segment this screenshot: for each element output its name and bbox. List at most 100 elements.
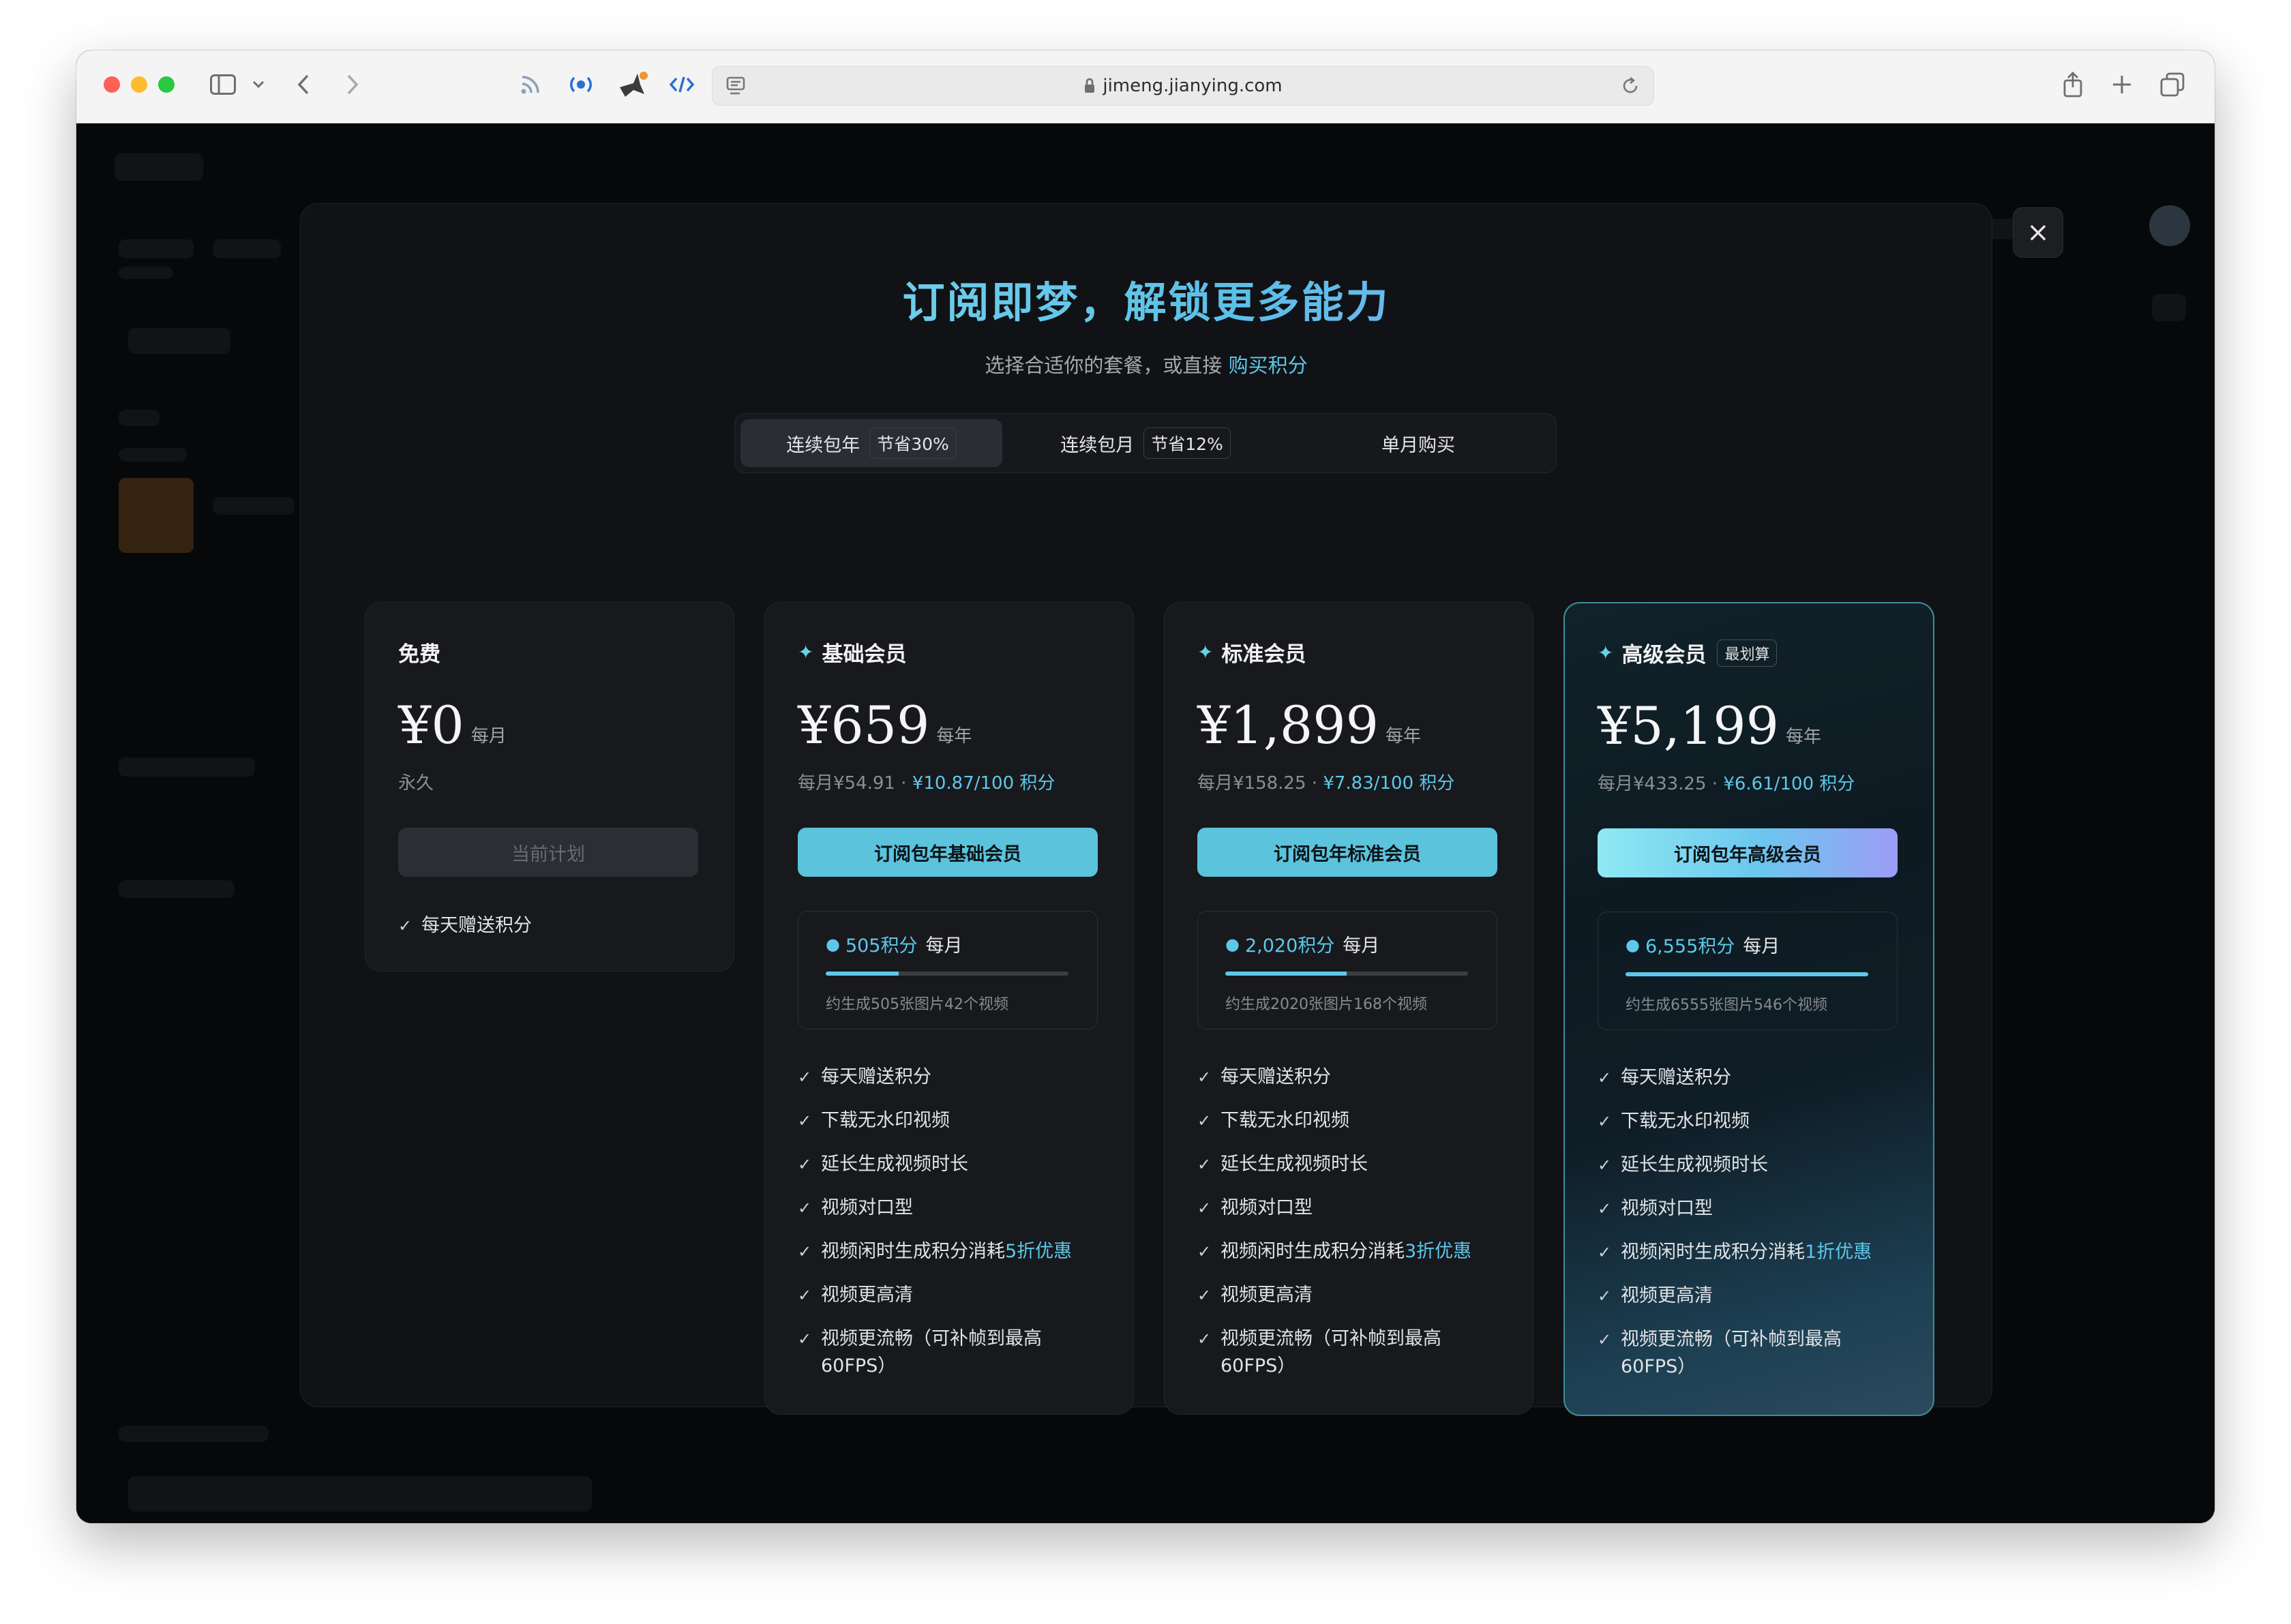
broadcast-icon[interactable]: [566, 70, 596, 100]
sparkle-icon: ✦: [1197, 641, 1214, 663]
check-icon: ✓: [1598, 1287, 1612, 1306]
feature-item: ✓ 延长生成视频时长: [1197, 1151, 1493, 1178]
background-text: [119, 239, 194, 258]
rss-icon[interactable]: [517, 70, 544, 100]
background-text: [213, 239, 281, 258]
tab-annual[interactable]: 连续包年 节省30%: [740, 419, 1002, 467]
current-plan-button[interactable]: 当前计划: [398, 828, 698, 877]
feature-item: ✓ 视频更高清: [798, 1282, 1094, 1309]
credit-coin-icon: ●: [826, 934, 840, 954]
feature-item: ✓ 视频更流畅（可补帧到最高60FPS）: [1197, 1325, 1493, 1380]
plan-card-premium: ✦ 高级会员 最划算 ¥5,199 每年 每月¥433.25 · ¥6.61/100…: [1563, 602, 1934, 1416]
feature-item: ✓ 延长生成视频时长: [1598, 1152, 1893, 1179]
check-icon: ✓: [1598, 1068, 1612, 1087]
credits-desc: 约生成505张图片42个视频: [826, 996, 1008, 1013]
chevron-down-icon[interactable]: [250, 70, 267, 100]
sidebar-toggle-icon[interactable]: [207, 70, 239, 100]
credits-title: ● 6,555积分 每月: [1626, 935, 1780, 958]
background-text: [119, 1426, 269, 1442]
credit-coin-icon: ●: [1225, 934, 1240, 954]
background-text: [119, 757, 255, 777]
credits-progress-bar: [826, 972, 1068, 976]
subscribe-basic-button[interactable]: 订阅包年基础会员: [798, 828, 1098, 877]
minimize-window-button[interactable]: [131, 76, 147, 93]
feature-list: ✓ 每天赠送积分 ✓ 下载无水印视频 ✓ 延长生成视频时长 ✓ 视频对口型 ✓ 视频闲时生成积分消…: [1598, 1064, 1893, 1397]
feature-item: ✓ 视频对口型: [1197, 1194, 1493, 1222]
url-text[interactable]: jimeng.jianying.com: [1103, 76, 1282, 96]
check-icon: ✓: [1598, 1156, 1612, 1175]
subtitle-text: 选择合适你的套餐，或直接: [985, 354, 1223, 377]
feature-item: ✓ 视频闲时生成积分消耗3折优惠: [1197, 1238, 1493, 1265]
modal-subtitle: 选择合适你的套餐，或直接 购买积分: [301, 350, 1992, 378]
feature-item: ✓ 每天赠送积分: [398, 912, 694, 939]
plan-price: ¥0 每月: [398, 698, 507, 753]
plan-subline: 每月¥54.91 · ¥10.87/100 积分: [798, 773, 1055, 794]
check-icon: ✓: [1197, 1111, 1212, 1130]
check-icon: ✓: [1197, 1242, 1212, 1261]
price-amount: ¥0: [398, 695, 464, 755]
check-icon: ✓: [1598, 1330, 1612, 1349]
close-modal-button[interactable]: ×: [2013, 207, 2063, 258]
tab-overview-icon[interactable]: [2159, 70, 2186, 100]
reload-icon[interactable]: [1621, 76, 1640, 100]
new-tab-icon[interactable]: [2108, 70, 2136, 100]
feature-item: ✓ 下载无水印视频: [1197, 1107, 1493, 1134]
address-bar[interactable]: jimeng.jianying.com: [712, 66, 1654, 106]
subscribe-premium-button[interactable]: 订阅包年高级会员: [1598, 828, 1898, 877]
check-icon: ✓: [1598, 1243, 1612, 1262]
extension-bird-icon[interactable]: [616, 70, 649, 100]
background-avatar: [2149, 205, 2190, 246]
price-amount: ¥659: [798, 695, 930, 755]
savings-badge: 节省30%: [869, 427, 957, 459]
billing-period-tabs: 连续包年 节省30% 连续包月 节省12% 单月购买: [734, 413, 1557, 473]
subscribe-standard-button[interactable]: 订阅包年标准会员: [1197, 828, 1497, 877]
check-icon: ✓: [1598, 1199, 1612, 1218]
close-window-button[interactable]: [104, 76, 120, 93]
modal-title: 订阅即梦，解锁更多能力: [301, 268, 1992, 329]
code-icon[interactable]: [668, 70, 695, 100]
check-icon: ✓: [398, 916, 413, 935]
credit-coin-icon: ●: [1626, 935, 1640, 954]
tab-label: 连续包月: [1060, 434, 1135, 456]
credits-desc: 约生成6555张图片546个视频: [1626, 997, 1827, 1014]
background-logo: [115, 153, 203, 181]
background-thumbnail: [119, 478, 194, 553]
plan-name: ✦ 高级会员 最划算: [1598, 637, 1778, 668]
price-period: 每月: [470, 726, 507, 747]
plan-card-free: 免费 ¥0 每月 永久 当前计划 ✓ 每天赠送积分: [365, 602, 734, 972]
back-icon[interactable]: [293, 70, 314, 100]
feature-item: ✓ 延长生成视频时长: [798, 1151, 1094, 1178]
sparkle-icon: ✦: [1598, 642, 1614, 664]
background-button: [128, 328, 230, 354]
price-amount: ¥1,899: [1197, 695, 1379, 755]
feature-item: ✓ 每天赠送积分: [1197, 1064, 1493, 1091]
reader-mode-icon[interactable]: [726, 76, 747, 100]
share-icon[interactable]: [2059, 70, 2086, 100]
credits-title: ● 2,020积分 每月: [1225, 934, 1380, 957]
check-icon: ✓: [798, 1286, 812, 1305]
check-icon: ✓: [798, 1155, 812, 1174]
close-icon: ×: [2026, 217, 2050, 248]
plan-price: ¥659 每年: [798, 698, 972, 753]
buy-credits-link[interactable]: 购买积分: [1229, 354, 1308, 377]
plan-name: 免费: [398, 642, 440, 667]
forward-icon[interactable]: [342, 70, 363, 100]
credits-desc: 约生成2020张图片168个视频: [1225, 996, 1427, 1013]
check-icon: ✓: [1197, 1199, 1212, 1218]
plan-card-basic: ✦ 基础会员 ¥659 每年 每月¥54.91 · ¥10.87/100 积分 订…: [764, 602, 1134, 1415]
tab-monthly[interactable]: 连续包月 节省12%: [1015, 419, 1276, 467]
plan-subline: 永久: [398, 773, 434, 794]
zoom-window-button[interactable]: [158, 76, 175, 93]
sparkle-icon: ✦: [798, 641, 814, 663]
check-icon: ✓: [798, 1329, 812, 1349]
tab-single-month[interactable]: 单月购买: [1287, 419, 1549, 467]
plan-price: ¥1,899 每年: [1197, 698, 1421, 753]
check-icon: ✓: [798, 1242, 812, 1261]
check-icon: ✓: [798, 1068, 812, 1087]
credits-progress-bar: [1626, 972, 1868, 976]
feature-item: ✓ 视频更高清: [1197, 1282, 1493, 1309]
browser-window: jimeng.jianying.com × 订阅即梦，解锁更多能力 选择合适你的…: [76, 50, 2215, 1523]
tab-label: 单月购买: [1381, 434, 1455, 456]
credits-progress-fill: [1225, 972, 1347, 976]
feature-item: ✓ 下载无水印视频: [1598, 1108, 1893, 1135]
